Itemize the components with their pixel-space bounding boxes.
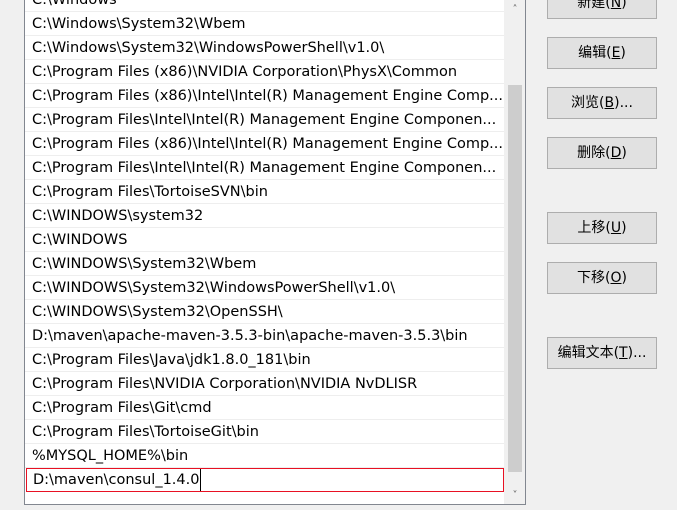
list-item-text: C:\Program Files\Intel\Intel(R) Manageme… [32,160,497,176]
list-item[interactable]: C:\WINDOWS\System32\WindowsPowerShell\v1… [25,276,505,300]
list-item-text: C:\WINDOWS\System32\WindowsPowerShell\v1… [32,280,396,296]
list-item[interactable]: C:\Program Files\Git\cmd [25,396,505,420]
list-item[interactable]: %MYSQL_HOME%\bin [25,444,505,468]
move-down-button[interactable]: 下移(O) [547,262,657,294]
browse-button-accesskey: B [604,95,615,111]
move-up-button[interactable]: 上移(U) [547,212,657,244]
list-item[interactable]: C:\Program Files\NVIDIA Corporation\NVID… [25,372,505,396]
list-item-text: C:\Program Files (x86)\NVIDIA Corporatio… [32,64,458,80]
edit-environment-variable-dialog: C:\Windows C:\Windows\System32\Wbem C:\W… [0,0,677,510]
list-item-text: C:\Windows [32,0,117,8]
list-item-text: C:\Program Files (x86)\Intel\Intel(R) Ma… [32,88,504,104]
delete-button[interactable]: 删除(D) [547,137,657,169]
editing-list-item[interactable]: D:\maven\consul_1.4.0 [26,468,504,492]
list-item-text: C:\WINDOWS [32,232,128,248]
move-up-button-suffix: ) [621,220,627,236]
browse-button-suffix: )... [614,95,633,111]
list-item[interactable]: C:\Program Files (x86)\Intel\Intel(R) Ma… [25,132,505,156]
move-down-button-suffix: ) [621,270,627,286]
list-item-text: C:\Program Files (x86)\Intel\Intel(R) Ma… [32,136,504,152]
list-item-text: C:\WINDOWS\system32 [32,208,204,224]
list-item[interactable]: D:\maven\apache-maven-3.5.3-bin\apache-m… [25,324,505,348]
list-item-text: C:\WINDOWS\System32\Wbem [32,256,257,272]
list-item-text: C:\Program Files\Git\cmd [32,400,212,416]
move-up-button-label: 上移( [577,220,611,236]
list-item[interactable]: C:\WINDOWS\System32\Wbem [25,252,505,276]
list-item[interactable]: C:\Windows\System32\WindowsPowerShell\v1… [25,36,505,60]
new-button-accesskey: N [610,0,622,11]
edit-button[interactable]: 编辑(E) [547,37,657,69]
move-down-button-label: 下移( [577,270,611,286]
new-button-suffix: ) [621,0,627,11]
list-item[interactable]: C:\WINDOWS\system32 [25,204,505,228]
delete-button-label: 删除( [577,145,611,161]
browse-button[interactable]: 浏览(B)... [547,87,657,119]
chevron-up-icon[interactable]: ˄ [505,1,525,18]
edit-text-button[interactable]: 编辑文本(T)... [547,337,657,369]
list-item[interactable]: C:\Program Files\Intel\Intel(R) Manageme… [25,108,505,132]
list-item-text: D:\maven\apache-maven-3.5.3-bin\apache-m… [32,328,468,344]
editing-item-input[interactable]: D:\maven\consul_1.4.0 [33,469,202,491]
list-item[interactable]: C:\Windows\System32\Wbem [25,12,505,36]
list-item[interactable]: C:\Program Files (x86)\Intel\Intel(R) Ma… [25,84,505,108]
scrollbar-thumb[interactable] [508,85,522,472]
list-item-text: C:\WINDOWS\System32\OpenSSH\ [32,304,283,320]
new-button[interactable]: 新建(N) [547,0,657,19]
list-item[interactable]: C:\Windows [25,0,505,12]
list-item-text: C:\Windows\System32\Wbem [32,16,246,32]
delete-button-accesskey: D [610,145,622,161]
edit-button-suffix: ) [620,45,626,61]
list-item-text: C:\Windows\System32\WindowsPowerShell\v1… [32,40,385,56]
move-down-button-accesskey: O [610,270,622,286]
list-item[interactable]: C:\Program Files (x86)\NVIDIA Corporatio… [25,60,505,84]
path-list: C:\Windows C:\Windows\System32\Wbem C:\W… [25,0,505,492]
edit-text-button-suffix: )... [627,345,647,361]
edit-text-button-accesskey: T [619,345,628,361]
list-item-text: C:\Program Files\NVIDIA Corporation\NVID… [32,376,418,392]
delete-button-suffix: ) [621,145,627,161]
list-item-text: C:\Program Files\TortoiseSVN\bin [32,184,268,200]
browse-button-label: 浏览( [571,95,605,111]
edit-button-label: 编辑( [578,45,612,61]
list-item[interactable]: C:\WINDOWS [25,228,505,252]
list-item[interactable]: C:\Program Files\TortoiseGit\bin [25,420,505,444]
list-item-text: C:\Program Files\Intel\Intel(R) Manageme… [32,112,497,128]
list-item-text: C:\Program Files\Java\jdk1.8.0_181\bin [32,352,311,368]
vertical-scrollbar[interactable]: ˄ ˅ [504,0,525,504]
list-item[interactable]: C:\Program Files\Intel\Intel(R) Manageme… [25,156,505,180]
list-item[interactable]: C:\WINDOWS\System32\OpenSSH\ [25,300,505,324]
list-item-text: C:\Program Files\TortoiseGit\bin [32,424,259,440]
move-up-button-accesskey: U [610,220,622,236]
new-button-label: 新建( [577,0,611,11]
edit-text-button-label: 编辑文本( [557,345,620,361]
path-listbox[interactable]: C:\Windows C:\Windows\System32\Wbem C:\W… [24,0,526,505]
list-item[interactable]: C:\Program Files\Java\jdk1.8.0_181\bin [25,348,505,372]
list-item[interactable]: C:\Program Files\TortoiseSVN\bin [25,180,505,204]
chevron-down-icon[interactable]: ˅ [505,487,525,504]
list-item-text: %MYSQL_HOME%\bin [32,448,189,464]
